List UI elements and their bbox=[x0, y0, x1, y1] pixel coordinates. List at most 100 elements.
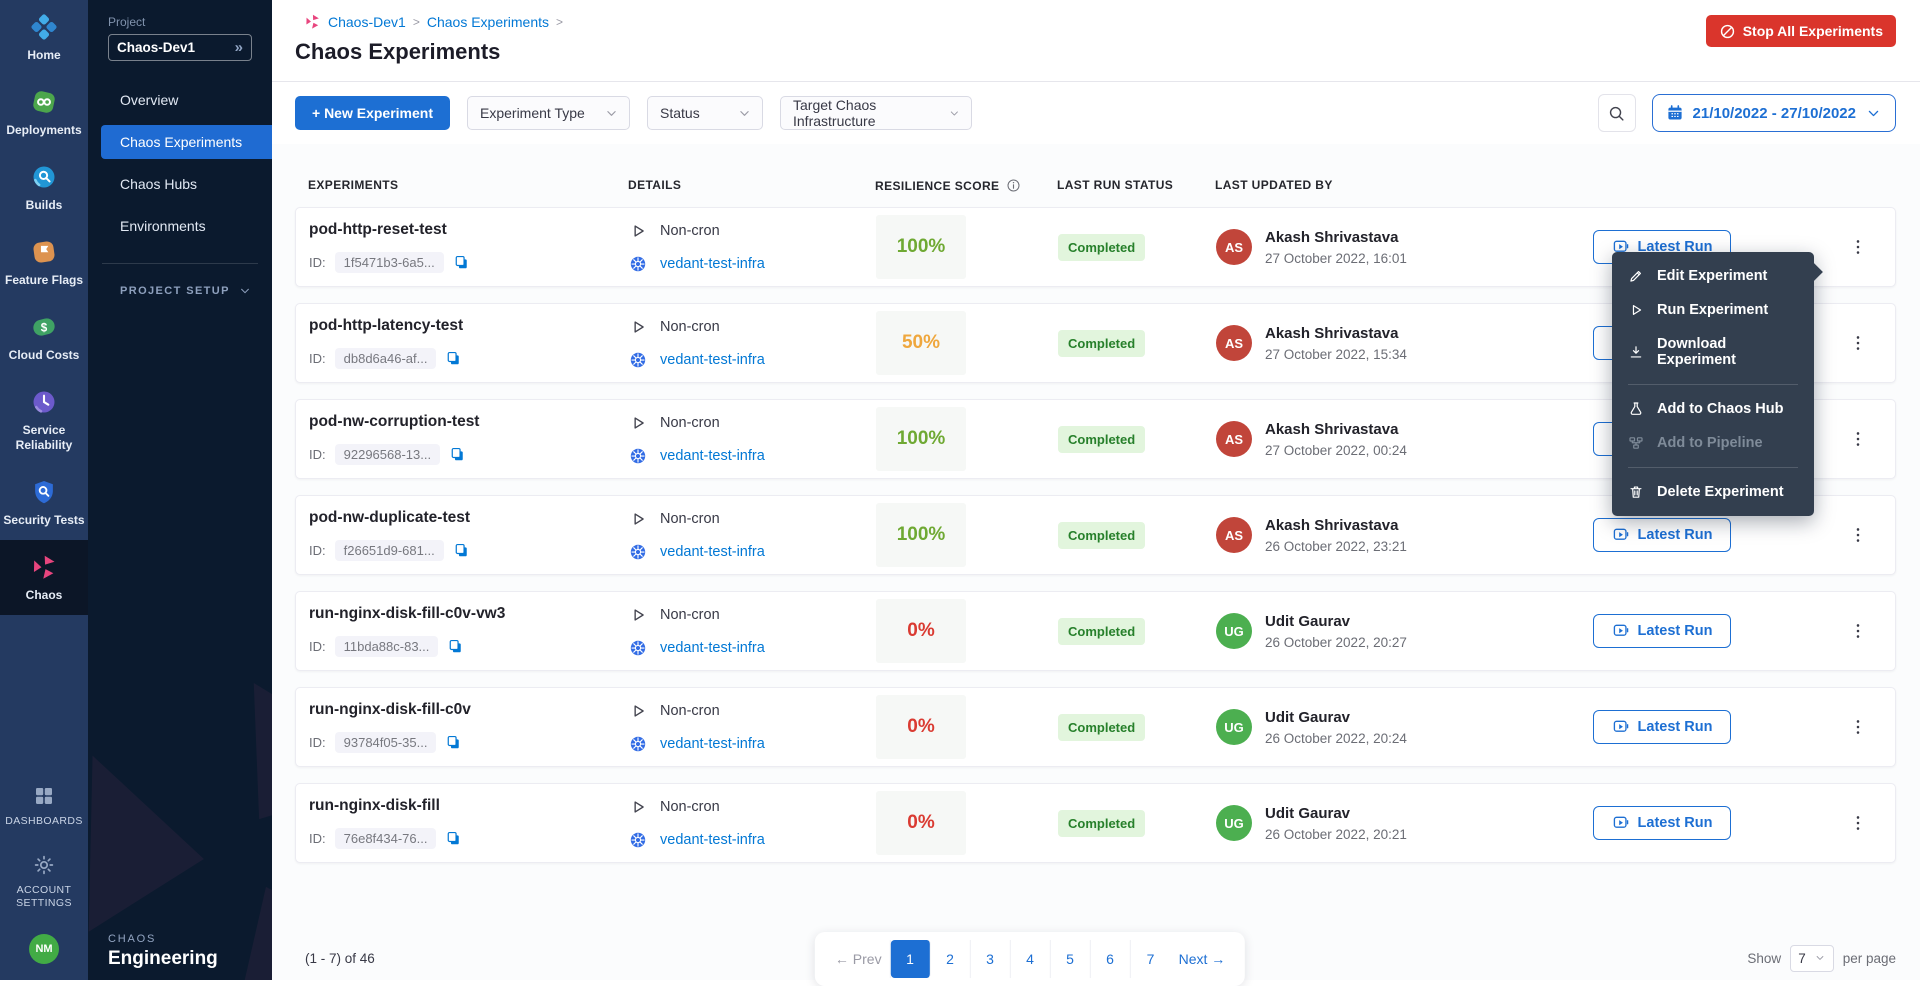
infrastructure-link[interactable]: vedant-test-infra bbox=[660, 640, 765, 656]
brand: CHAOS Engineering bbox=[108, 933, 218, 970]
kubernetes-icon bbox=[629, 447, 647, 465]
breadcrumb-page-link[interactable]: Chaos Experiments bbox=[427, 14, 549, 30]
infrastructure-link[interactable]: vedant-test-infra bbox=[660, 448, 765, 464]
row-menu-button[interactable] bbox=[1843, 424, 1873, 454]
sidebar-module-3[interactable]: Feature Flags bbox=[0, 225, 88, 300]
copy-icon[interactable] bbox=[445, 830, 462, 847]
copy-icon[interactable] bbox=[453, 542, 470, 559]
per-page-select[interactable]: 7 bbox=[1790, 945, 1834, 972]
row-menu-button[interactable] bbox=[1843, 712, 1873, 742]
latest-run-button[interactable]: Latest Run bbox=[1593, 614, 1731, 648]
user-cell-3: AS Akash Shrivastava 26 October 2022, 23… bbox=[1209, 517, 1581, 554]
id-prefix: ID: bbox=[309, 255, 326, 270]
sidebar-item-dashboards[interactable]: DASHBOARDS bbox=[0, 771, 88, 840]
experiment-name[interactable]: run-nginx-disk-fill-c0v bbox=[309, 701, 621, 719]
table-header: EXPERIMENTS DETAILS RESILIENCE SCORE LAS… bbox=[295, 160, 1896, 207]
prev-page-button[interactable]: ← Prev bbox=[827, 940, 891, 978]
copy-icon[interactable] bbox=[449, 446, 466, 463]
play-icon bbox=[629, 606, 647, 624]
experiment-name[interactable]: pod-nw-corruption-test bbox=[309, 413, 621, 431]
copy-icon[interactable] bbox=[445, 734, 462, 751]
status-filter[interactable]: Status bbox=[647, 96, 763, 130]
menu-item-1[interactable]: Run Experiment bbox=[1612, 293, 1814, 327]
breadcrumb-project-link[interactable]: Chaos-Dev1 bbox=[328, 14, 406, 30]
row-menu-button[interactable] bbox=[1843, 616, 1873, 646]
sidebar-module-0[interactable]: Home bbox=[0, 0, 88, 75]
menu-item-2[interactable]: Download Experiment bbox=[1612, 327, 1814, 377]
copy-icon[interactable] bbox=[447, 638, 464, 655]
page-button-6[interactable]: 7 bbox=[1131, 940, 1171, 978]
page-button-2[interactable]: 3 bbox=[971, 940, 1011, 978]
experiment-name[interactable]: run-nginx-disk-fill-c0v-vw3 bbox=[309, 605, 621, 623]
sidebar-item-account-settings[interactable]: ACCOUNT SETTINGS bbox=[0, 840, 88, 922]
avatar[interactable]: UG bbox=[1216, 805, 1252, 841]
target-infrastructure-filter[interactable]: Target Chaos Infrastructure bbox=[780, 96, 972, 130]
gear-icon bbox=[32, 853, 56, 877]
avatar[interactable]: AS bbox=[1216, 325, 1252, 361]
user-avatar[interactable]: NM bbox=[29, 934, 59, 964]
avatar[interactable]: UG bbox=[1216, 613, 1252, 649]
project-setup-section[interactable]: PROJECT SETUP bbox=[88, 264, 272, 298]
menu-item-1-icon bbox=[1628, 302, 1644, 318]
resilience-score-value: 100% bbox=[876, 503, 966, 567]
experiment-name[interactable]: pod-http-reset-test bbox=[309, 221, 621, 239]
search-button[interactable] bbox=[1598, 94, 1636, 132]
infrastructure-link[interactable]: vedant-test-infra bbox=[660, 544, 765, 560]
row-menu-button[interactable] bbox=[1843, 520, 1873, 550]
copy-icon[interactable] bbox=[445, 350, 462, 367]
latest-run-button[interactable]: Latest Run bbox=[1593, 806, 1731, 840]
page-button-3[interactable]: 4 bbox=[1011, 940, 1051, 978]
avatar[interactable]: AS bbox=[1216, 517, 1252, 553]
project-expand-icon[interactable]: » bbox=[235, 39, 243, 56]
latest-run-button[interactable]: Latest Run bbox=[1593, 710, 1731, 744]
experiment-cell-0: pod-http-reset-test ID: 1f5471b3-6a5... bbox=[296, 221, 621, 273]
resilience-score-value: 0% bbox=[876, 599, 966, 663]
sidebar-module-6[interactable]: Security Tests bbox=[0, 465, 88, 540]
schedule-type: Non-cron bbox=[660, 223, 720, 239]
infrastructure-link[interactable]: vedant-test-infra bbox=[660, 352, 765, 368]
copy-icon[interactable] bbox=[453, 254, 470, 271]
page-button-5[interactable]: 6 bbox=[1091, 940, 1131, 978]
kubernetes-icon bbox=[629, 255, 647, 273]
experiment-name[interactable]: pod-nw-duplicate-test bbox=[309, 509, 621, 527]
sidebar-module-7[interactable]: Chaos bbox=[0, 540, 88, 615]
new-experiment-button[interactable]: + New Experiment bbox=[295, 96, 450, 130]
sidebar-item-0[interactable]: Overview bbox=[88, 83, 272, 117]
sidebar-module-4[interactable]: $ Cloud Costs bbox=[0, 300, 88, 375]
page-button-4[interactable]: 5 bbox=[1051, 940, 1091, 978]
menu-item-0[interactable]: Edit Experiment bbox=[1612, 259, 1814, 293]
sidebar-module-1[interactable]: Deployments bbox=[0, 75, 88, 150]
infrastructure-link[interactable]: vedant-test-infra bbox=[660, 256, 765, 272]
sidebar-module-2[interactable]: Builds bbox=[0, 150, 88, 225]
module-2-icon bbox=[30, 163, 58, 191]
resilience-score-info-icon[interactable] bbox=[1006, 178, 1021, 193]
next-page-button[interactable]: Next → bbox=[1171, 940, 1234, 978]
module-3-icon bbox=[30, 238, 58, 266]
sidebar-item-3[interactable]: Environments bbox=[88, 209, 272, 243]
latest-run-button[interactable]: Latest Run bbox=[1593, 518, 1731, 552]
experiment-name[interactable]: run-nginx-disk-fill bbox=[309, 797, 621, 815]
page-button-0[interactable]: 1 bbox=[891, 940, 931, 978]
row-menu-button[interactable] bbox=[1843, 328, 1873, 358]
id-prefix: ID: bbox=[309, 831, 326, 846]
page-button-1[interactable]: 2 bbox=[931, 940, 971, 978]
infrastructure-link[interactable]: vedant-test-infra bbox=[660, 832, 765, 848]
avatar[interactable]: AS bbox=[1216, 229, 1252, 265]
menu-item-3[interactable]: Add to Chaos Hub bbox=[1612, 392, 1814, 426]
row-menu-button[interactable] bbox=[1843, 808, 1873, 838]
experiment-cell-3: pod-nw-duplicate-test ID: f26651d9-681..… bbox=[296, 509, 621, 561]
date-range-picker[interactable]: 21/10/2022 - 27/10/2022 bbox=[1652, 94, 1896, 132]
avatar[interactable]: UG bbox=[1216, 709, 1252, 745]
experiment-type-filter[interactable]: Experiment Type bbox=[467, 96, 630, 130]
experiment-name[interactable]: pod-http-latency-test bbox=[309, 317, 621, 335]
sidebar-item-2[interactable]: Chaos Hubs bbox=[88, 167, 272, 201]
sidebar-item-1[interactable]: Chaos Experiments bbox=[101, 125, 272, 159]
row-menu-button[interactable] bbox=[1843, 232, 1873, 262]
menu-item-5[interactable]: Delete Experiment bbox=[1612, 475, 1814, 509]
infrastructure-link[interactable]: vedant-test-infra bbox=[660, 736, 765, 752]
score-cell-6: 0% bbox=[869, 791, 1054, 855]
avatar[interactable]: AS bbox=[1216, 421, 1252, 457]
sidebar-module-5[interactable]: Service Reliability bbox=[0, 375, 88, 465]
project-selector[interactable]: Chaos-Dev1 » bbox=[108, 34, 252, 61]
stop-all-experiments-button[interactable]: Stop All Experiments bbox=[1706, 15, 1896, 47]
